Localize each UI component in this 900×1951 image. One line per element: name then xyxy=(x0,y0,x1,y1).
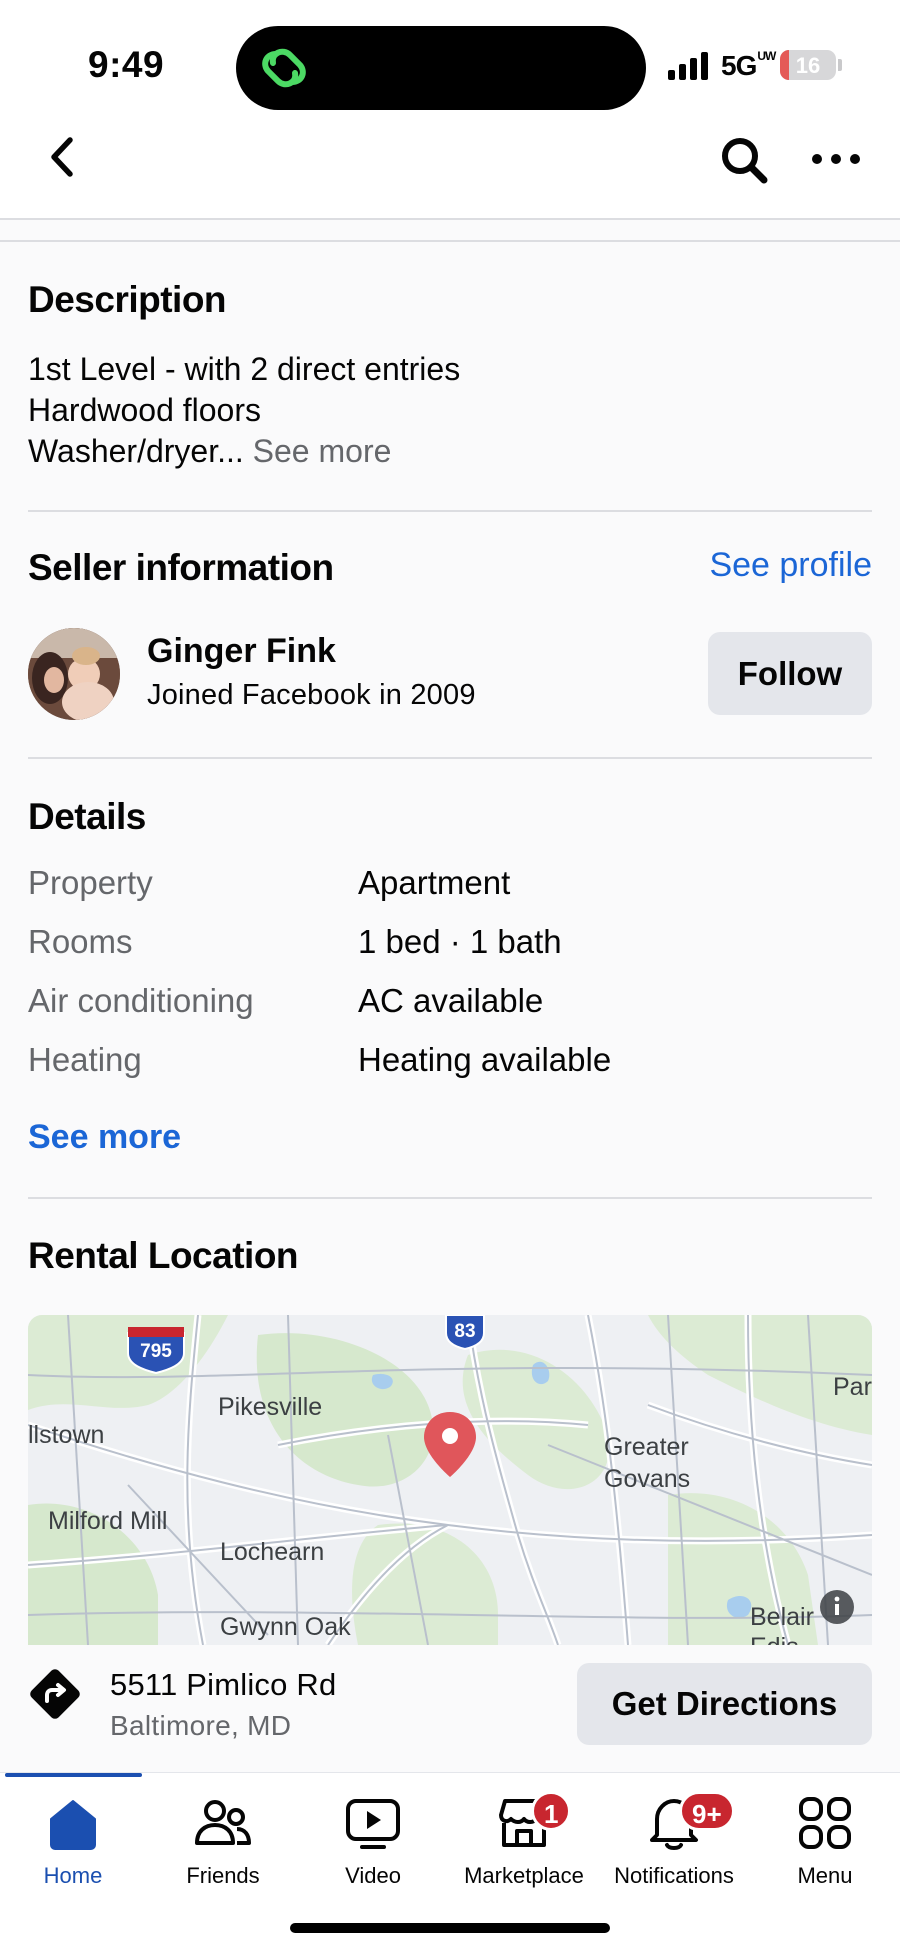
map-label: Lochearn xyxy=(220,1538,324,1566)
seller-joined: Joined Facebook in 2009 xyxy=(147,679,476,711)
friends-icon xyxy=(195,1800,251,1845)
map-info-icon[interactable] xyxy=(820,1590,854,1624)
notifications-badge: 9+ xyxy=(679,1791,735,1831)
tab-label: Menu xyxy=(797,1863,853,1888)
description-heading: Description xyxy=(28,279,227,320)
details-see-more-link[interactable]: See more xyxy=(28,1118,181,1157)
address-city: Baltimore, MD xyxy=(110,1710,292,1741)
divider xyxy=(28,757,872,759)
top-nav-bar xyxy=(0,120,900,220)
dynamic-island xyxy=(236,26,646,110)
detail-value: Heating available xyxy=(358,1041,612,1078)
rental-location-heading: Rental Location xyxy=(28,1235,299,1276)
interstate-795-shield: 795 xyxy=(127,1327,185,1375)
divider xyxy=(28,1197,872,1199)
network-type: 5GUW xyxy=(721,49,776,81)
home-icon xyxy=(50,1800,96,1850)
map-label: Edis xyxy=(750,1633,799,1645)
detail-value: 1 bed · 1 bath xyxy=(358,923,562,960)
follow-button[interactable]: Follow xyxy=(708,632,872,715)
tab-notifications[interactable]: 9+ Notifications xyxy=(599,1791,749,1915)
svg-text:83: 83 xyxy=(454,1321,475,1342)
detail-label: Air conditioning xyxy=(28,982,254,1019)
description-line: Washer/dryer... See more xyxy=(28,433,392,469)
marketplace-badge: 1 xyxy=(531,1791,572,1831)
detail-value: Apartment xyxy=(358,864,511,901)
cell-signal-icon xyxy=(668,50,708,80)
tab-home[interactable]: Home xyxy=(0,1795,148,1915)
menu-grid-icon xyxy=(799,1797,851,1849)
detail-label: Rooms xyxy=(28,923,133,960)
tab-label: Marketplace xyxy=(464,1863,584,1888)
tab-friends[interactable]: Friends xyxy=(148,1795,298,1915)
map-label: Greater xyxy=(604,1433,689,1461)
map-label: Pikesville xyxy=(218,1393,322,1421)
see-profile-link[interactable]: See profile xyxy=(709,546,872,585)
tab-label: Video xyxy=(345,1863,401,1888)
video-icon xyxy=(346,1799,400,1849)
home-indicator xyxy=(290,1923,610,1933)
svg-text:795: 795 xyxy=(140,1341,172,1362)
seller-name[interactable]: Ginger Fink xyxy=(147,632,336,671)
search-icon[interactable] xyxy=(718,134,770,186)
chevron-left-icon[interactable] xyxy=(40,134,86,180)
map-label: llstown xyxy=(28,1421,104,1449)
details-heading: Details xyxy=(28,796,146,837)
battery-icon: 16 xyxy=(780,50,836,80)
status-time: 9:49 xyxy=(88,44,165,85)
tab-label: Home xyxy=(43,1863,103,1888)
tab-marketplace[interactable]: 1 Marketplace xyxy=(449,1791,599,1915)
seller-heading: Seller information xyxy=(28,547,334,588)
map-label: Par xyxy=(833,1373,872,1401)
divider xyxy=(0,240,900,242)
avatar-photo xyxy=(28,628,120,720)
battery-level: 16 xyxy=(795,53,821,78)
directions-icon xyxy=(30,1669,80,1719)
detail-value: AC available xyxy=(358,982,544,1019)
tab-menu[interactable]: Menu xyxy=(750,1795,900,1915)
interstate-83-shield: 83 xyxy=(445,1315,485,1351)
divider xyxy=(28,510,872,512)
tab-video[interactable]: Video xyxy=(298,1795,448,1915)
address-street: 5511 Pimlico Rd xyxy=(110,1667,337,1702)
description-line: 1st Level - with 2 direct entries xyxy=(28,351,461,387)
avatar[interactable] xyxy=(28,628,120,720)
map-label: Milford Mill xyxy=(48,1507,167,1535)
map-label: Gwynn Oak xyxy=(220,1613,351,1641)
location-map[interactable]: 795 83 Pikesville llstown Milford Mill L… xyxy=(28,1315,872,1645)
detail-label: Heating xyxy=(28,1041,142,1078)
status-bar: 9:49 5GUW 16 xyxy=(0,0,900,120)
description-line: Hardwood floors xyxy=(28,392,261,428)
activity-icon xyxy=(262,48,306,88)
map-label: Govans xyxy=(604,1465,690,1493)
tab-label: Friends xyxy=(186,1863,260,1888)
description-see-more[interactable]: See more xyxy=(253,433,392,469)
tab-label: Notifications xyxy=(614,1863,734,1888)
description-text: 1st Level - with 2 direct entries Hardwo… xyxy=(28,349,868,472)
active-tab-indicator xyxy=(5,1773,142,1777)
more-horizontal-icon[interactable] xyxy=(808,142,864,176)
bottom-tab-bar: Home Friends Video 1 Marketplace 9+ Noti… xyxy=(0,1772,900,1951)
map-label: Belair xyxy=(750,1603,814,1631)
detail-label: Property xyxy=(28,864,153,901)
get-directions-button[interactable]: Get Directions xyxy=(577,1663,872,1745)
